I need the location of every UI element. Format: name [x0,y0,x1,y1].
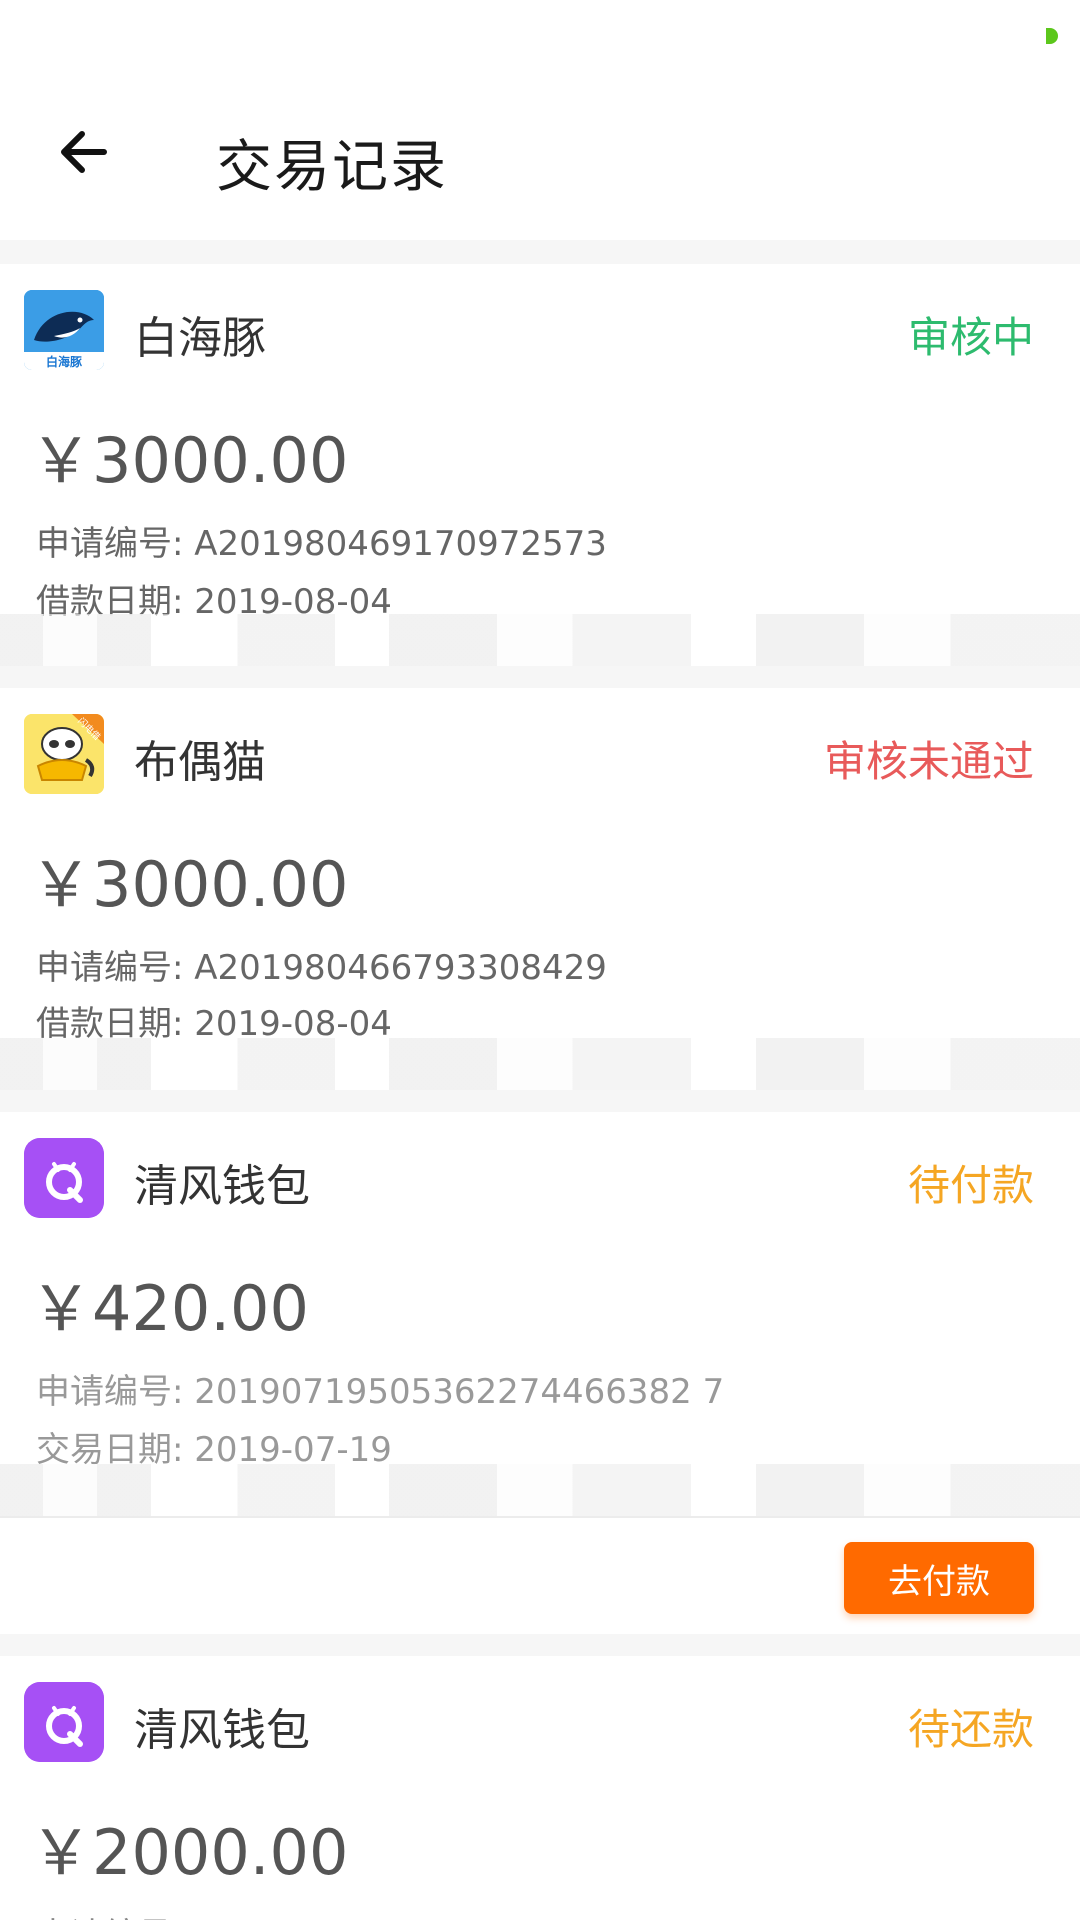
record-card[interactable]: 闪电借 布偶猫 审核未通过 ￥3000.00 申请编号: A2019804667… [0,688,1080,1090]
amount: ￥420.00 [30,1272,309,1345]
app-header: 交易记录 [0,72,1080,240]
q-icon [24,1138,104,1218]
application-number: 申请编号: A201980466793308429 [36,948,607,988]
application-number: 申请编号: A201980469170972573 [36,524,607,564]
status-label: 待还款 [907,1705,1034,1754]
q-icon [24,1682,104,1762]
pay-button[interactable]: 去付款 [844,1542,1034,1614]
faded-divider [0,614,1080,666]
back-button[interactable] [48,116,120,188]
page-title: 交易记录 [216,135,448,200]
card-action-row: 去付款 [0,1516,1080,1634]
battery-icon [1046,28,1058,44]
amount: ￥3000.00 [30,424,349,497]
faded-divider [0,1464,1080,1516]
record-card[interactable]: 白海豚 白海豚 审核中 ￥3000.00 申请编号: A201980469170… [0,264,1080,666]
record-card[interactable]: 清风钱包 待付款 ￥420.00 申请编号: 20190719505362274… [0,1112,1080,1516]
panda-icon: 闪电借 [24,714,104,794]
faded-divider [0,1038,1080,1090]
status-bar [0,0,1080,72]
lender-name: 白海豚 [134,313,266,364]
status-label: 审核中 [907,313,1034,362]
application-number: 申请编号: 20190719505362274466382 7 [36,1372,725,1412]
lender-name: 布偶猫 [134,737,266,788]
application-number: 申请编号: 201907195053622... [36,1908,551,1920]
amount: ￥2000.00 [30,1816,349,1889]
amount: ￥3000.00 [30,848,349,921]
record-card[interactable]: 清风钱包 待还款 ￥2000.00 申请编号: 201907195053622.… [0,1656,1080,1920]
arrow-left-icon [61,131,107,173]
orca-icon: 白海豚 [24,290,104,370]
lender-name: 清风钱包 [134,1161,310,1212]
status-label: 审核未通过 [823,737,1034,786]
logo-text: 白海豚 [45,355,82,369]
lender-name: 清风钱包 [134,1705,310,1756]
status-label: 待付款 [907,1161,1034,1210]
